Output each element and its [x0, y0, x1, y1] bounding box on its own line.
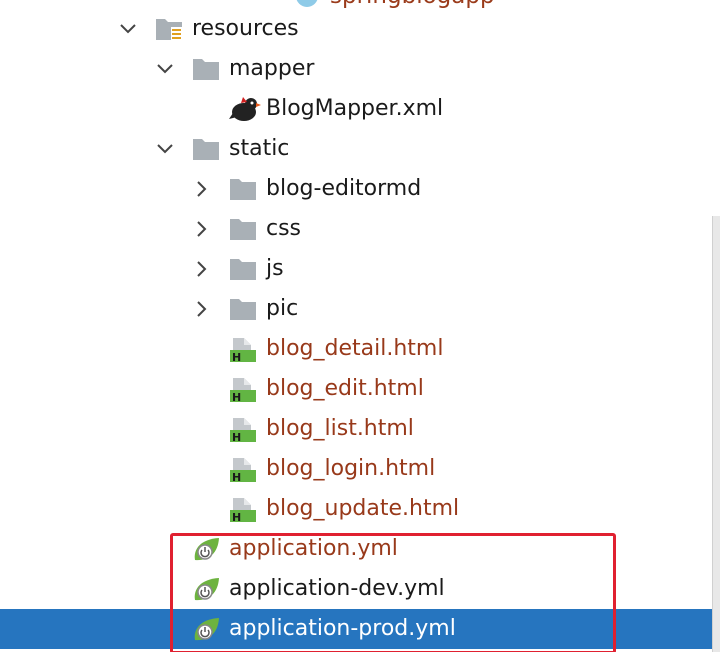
tree-row-application-dev[interactable]: application-dev.yml [0, 569, 712, 609]
tree-row-label: blog-editormd [266, 176, 422, 201]
chevron-right-icon[interactable] [193, 220, 211, 238]
tree-row-application-prod[interactable]: application-prod.yml [0, 609, 712, 649]
mybatis-bird-icon [229, 95, 261, 121]
html-file-icon: H [229, 417, 257, 443]
tree-row-static[interactable]: static [0, 129, 712, 169]
svg-text:H: H [232, 431, 241, 443]
chevron-right-icon[interactable] [193, 260, 211, 278]
resources-folder-icon [155, 17, 183, 43]
tree-row-label: blog_edit.html [266, 376, 424, 401]
tree-row-application[interactable]: application.yml [0, 529, 712, 569]
tree-row-css[interactable]: css [0, 209, 712, 249]
chevron-down-icon[interactable] [156, 60, 174, 78]
spring-boot-config-icon [192, 577, 220, 603]
chevron-down-icon[interactable] [119, 20, 137, 38]
tree-row-blog_detail[interactable]: Hblog_detail.html [0, 329, 712, 369]
tree-row-resources[interactable]: resources [0, 9, 712, 49]
partial-top-row[interactable]: springblogapp [296, 0, 495, 9]
vertical-scrollbar[interactable] [712, 216, 720, 652]
tree-row-label: BlogMapper.xml [266, 96, 444, 121]
partial-top-label: springblogapp [330, 0, 495, 9]
tree-row-blog_edit[interactable]: Hblog_edit.html [0, 369, 712, 409]
svg-text:H: H [232, 511, 241, 523]
svg-text:H: H [232, 351, 241, 363]
folder-icon [192, 137, 220, 163]
folder-icon [192, 57, 220, 83]
html-file-icon: H [229, 377, 257, 403]
tree-row-blog_login[interactable]: Hblog_login.html [0, 449, 712, 489]
svg-text:H: H [232, 471, 241, 483]
html-file-icon: H [229, 337, 257, 363]
html-file-icon: H [229, 497, 257, 523]
tree-row-label: css [266, 216, 302, 241]
tree-row-label: blog_login.html [266, 456, 436, 481]
tree-row-label: mapper [229, 56, 315, 81]
tree-row-label: static [229, 136, 290, 161]
tree-row-label: pic [266, 296, 299, 321]
tree-row-blog_update[interactable]: Hblog_update.html [0, 489, 712, 529]
tree-row-blog_list[interactable]: Hblog_list.html [0, 409, 712, 449]
tree-row-blog-editormd[interactable]: blog-editormd [0, 169, 712, 209]
chevron-right-icon[interactable] [193, 180, 211, 198]
tree-row-label: application.yml [229, 536, 398, 561]
tree-row-mapper[interactable]: mapper [0, 49, 712, 89]
folder-icon [229, 257, 257, 283]
tree-row-label: blog_update.html [266, 496, 460, 521]
folder-icon [229, 217, 257, 243]
tree-row-js[interactable]: js [0, 249, 712, 289]
tree-row-label: resources [192, 16, 299, 41]
spring-boot-config-icon [192, 537, 220, 563]
project-tree-panel: springblogapp resources mapper BlogMapper.… [0, 0, 720, 652]
folder-icon [229, 177, 257, 203]
html-file-icon: H [229, 457, 257, 483]
spring-boot-config-icon [192, 617, 220, 643]
tree-row-label: blog_list.html [266, 416, 414, 441]
chevron-down-icon[interactable] [156, 140, 174, 158]
tree-row-label: application-dev.yml [229, 576, 445, 601]
svg-text:H: H [232, 391, 241, 403]
folder-icon [229, 297, 257, 323]
tree-row-blogmapper[interactable]: BlogMapper.xml [0, 89, 712, 129]
chevron-right-icon[interactable] [193, 300, 211, 318]
tree-row-pic[interactable]: pic [0, 289, 712, 329]
tree-row-label: blog_detail.html [266, 336, 444, 361]
tree-row-label: js [266, 256, 284, 281]
module-icon [296, 0, 318, 7]
tree-row-label: application-prod.yml [229, 616, 456, 641]
